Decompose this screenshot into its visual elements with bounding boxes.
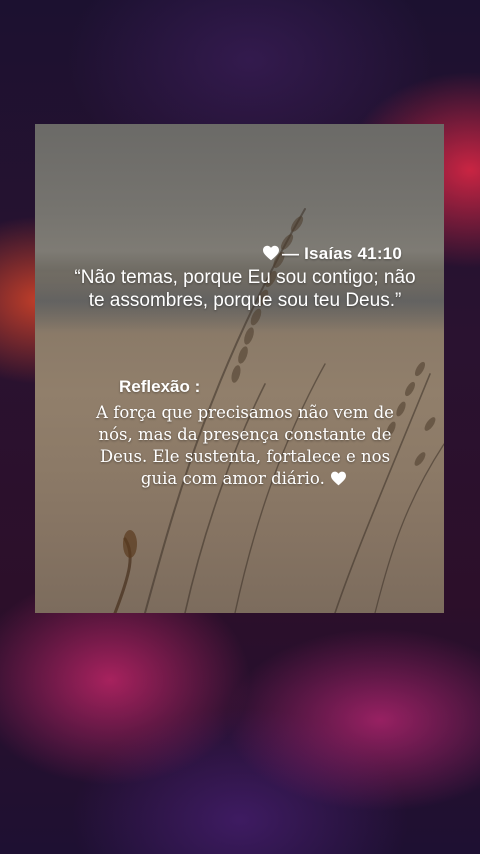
wheat-field-photo: [35, 124, 444, 613]
heart-icon: [331, 471, 347, 486]
verse-quote: “Não temas, porque Eu sou contigo; não t…: [74, 267, 416, 311]
reflection-text: A força que precisamos não vem de nós, m…: [96, 403, 394, 488]
grass-stalks-illustration: [113, 208, 444, 613]
verse-reference-line: — Isaías 41:10: [262, 244, 402, 264]
verse-reference: — Isaías 41:10: [282, 244, 402, 263]
reflection-title: Reflexão :: [119, 377, 201, 396]
story-background: — Isaías 41:10 “Não temas, porque Eu sou…: [0, 0, 480, 854]
heart-icon: [263, 245, 279, 261]
reflection-body: A força que precisamos não vem de nós, m…: [96, 402, 394, 490]
